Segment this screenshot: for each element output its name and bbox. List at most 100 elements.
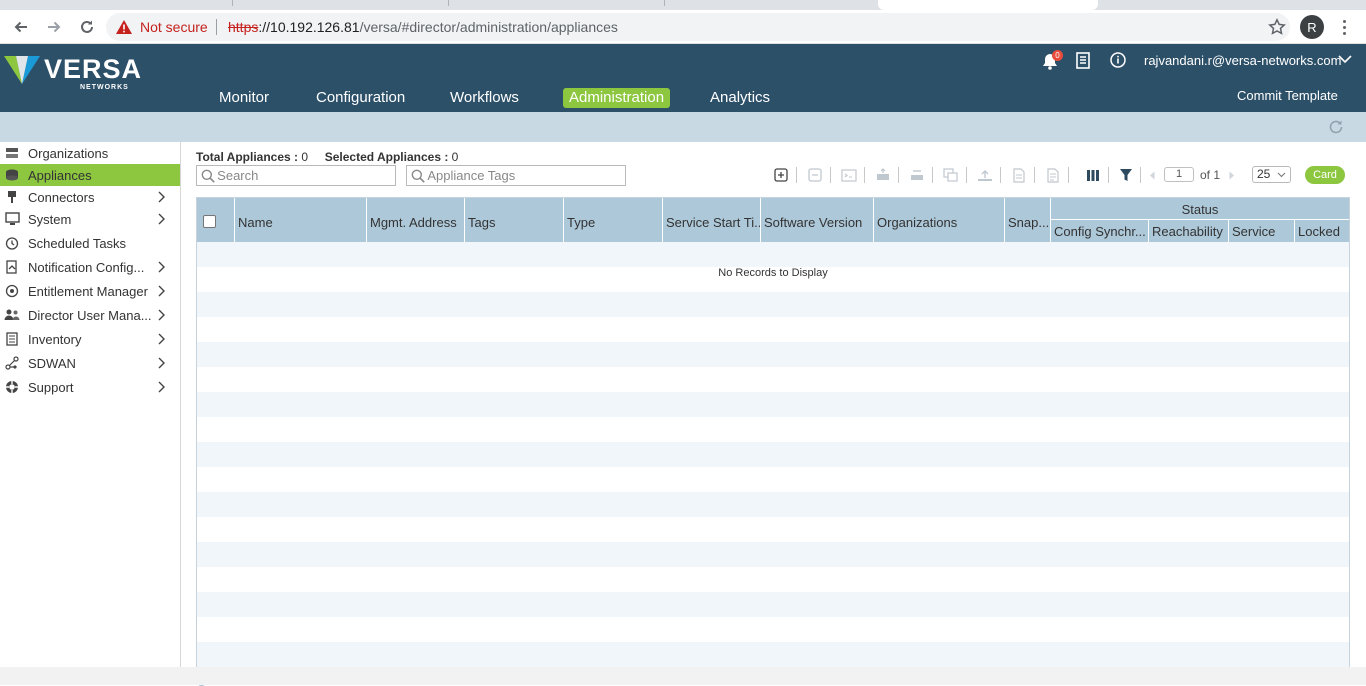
sidebar-item-scheduled-tasks[interactable]: Scheduled Tasks — [0, 232, 180, 254]
profile-avatar[interactable]: R — [1300, 15, 1324, 39]
column-header-software-version[interactable]: Software Version — [761, 198, 874, 242]
sidebar-item-entitlement-manager[interactable]: Entitlement Manager — [0, 280, 180, 302]
select-all-checkbox[interactable] — [203, 215, 216, 228]
nav-administration[interactable]: Administration — [563, 88, 671, 108]
export-button[interactable] — [1010, 166, 1028, 184]
grid-header: Name Mgmt. Address Tags Type Service Sta… — [197, 198, 1349, 242]
user-menu-chevron-icon[interactable] — [1338, 55, 1352, 64]
notifications-button[interactable]: 0 — [1040, 50, 1063, 72]
add-appliance-button[interactable] — [772, 166, 790, 184]
forward-button[interactable] — [42, 15, 66, 39]
system-icon — [4, 211, 20, 227]
previous-page-button[interactable] — [1146, 166, 1158, 184]
support-icon — [4, 379, 20, 395]
sidebar-item-appliances[interactable]: Appliances — [0, 164, 180, 186]
column-header-type[interactable]: Type — [564, 198, 663, 242]
star-icon — [1268, 18, 1286, 35]
sidebar-item-director-user-management[interactable]: Director User Mana... — [0, 304, 180, 326]
connectors-icon — [4, 189, 20, 205]
toolbar-separator — [966, 167, 967, 183]
toolbar-separator — [830, 167, 831, 183]
url-text[interactable]: https://10.192.126.81/versa/#director/ad… — [228, 13, 618, 41]
column-header-locked[interactable]: Locked — [1295, 220, 1349, 242]
logo-subtext: NETWORKS — [80, 84, 129, 91]
grid-empty-row — [197, 517, 1349, 542]
browser-menu-button[interactable] — [1336, 15, 1352, 39]
grid-empty-row — [197, 442, 1349, 467]
sidebar-item-label: Notification Config... — [28, 259, 145, 275]
sidebar-item-label: Director User Mana... — [28, 307, 152, 323]
security-indicator[interactable]: Not secure — [116, 13, 208, 41]
versa-logo[interactable]: VERSA NETWORKS — [4, 52, 141, 96]
sidebar-item-sdwan[interactable]: SDWAN — [0, 352, 180, 374]
toolbar-separator — [1000, 167, 1001, 183]
filter-button[interactable] — [1117, 166, 1135, 184]
reload-button[interactable] — [75, 15, 99, 39]
chevron-right-icon — [154, 333, 170, 345]
tasks-button[interactable] — [1076, 52, 1092, 70]
search-input[interactable] — [217, 168, 395, 183]
page-size-select[interactable]: 25 — [1252, 166, 1291, 183]
toolbar-separator — [1068, 167, 1069, 183]
page-number-input[interactable]: 1 — [1164, 167, 1194, 182]
organizations-icon — [4, 145, 20, 161]
tab-separator — [664, 0, 665, 6]
chevron-right-icon — [154, 357, 170, 369]
remove-appliance-button[interactable] — [806, 166, 824, 184]
browser-tab-strip — [0, 0, 1366, 10]
user-email-menu[interactable]: rajvandani.r@versa-networks.com — [1144, 53, 1341, 68]
sidebar-item-support[interactable]: Support — [0, 376, 180, 398]
page-size-value: 25 — [1257, 167, 1271, 181]
sidebar-item-inventory[interactable]: Inventory — [0, 328, 180, 350]
url-scheme: https — [228, 19, 259, 35]
column-header-config-sync[interactable]: Config Synchr... — [1051, 220, 1149, 242]
cli-button[interactable] — [840, 166, 858, 184]
column-header-tags[interactable]: Tags — [465, 198, 564, 242]
sidebar-item-label: Entitlement Manager — [28, 283, 148, 299]
card-view-button[interactable]: Card — [1305, 166, 1345, 184]
grid-empty-row — [197, 542, 1349, 567]
appliance-tags-input[interactable] — [427, 168, 625, 183]
column-header-service[interactable]: Service — [1229, 220, 1295, 242]
chevron-down-icon — [1277, 172, 1286, 178]
bookmark-star-button[interactable] — [1268, 18, 1286, 36]
back-button[interactable] — [9, 15, 33, 39]
import-button[interactable] — [1044, 166, 1062, 184]
column-header-service-start-time[interactable]: Service Start Ti... — [663, 198, 761, 242]
grid-empty-row — [197, 392, 1349, 417]
info-icon — [1110, 52, 1126, 68]
sync-to-button[interactable] — [908, 166, 926, 184]
nav-analytics[interactable]: Analytics — [710, 88, 770, 108]
document-export-icon — [1013, 167, 1025, 183]
upgrade-button[interactable] — [976, 166, 994, 184]
clone-button[interactable] — [942, 166, 960, 184]
active-browser-tab[interactable] — [878, 0, 1098, 10]
column-header-snapshot[interactable]: Snap... — [1005, 198, 1051, 242]
nav-monitor[interactable]: Monitor — [219, 88, 269, 108]
status-group-header: Status — [1051, 198, 1349, 220]
columns-icon — [1087, 169, 1099, 181]
sidebar-item-notification-config[interactable]: Notification Config... — [0, 256, 180, 278]
refresh-button[interactable] — [1327, 118, 1345, 136]
info-button[interactable] — [1110, 52, 1128, 70]
page-count-label: of 1 — [1200, 168, 1221, 182]
sidebar-item-label: Connectors — [28, 189, 95, 205]
nav-workflows[interactable]: Workflows — [450, 88, 519, 108]
toolbar-separator — [1034, 167, 1035, 183]
column-header-reachability[interactable]: Reachability — [1149, 220, 1229, 242]
column-header-organizations[interactable]: Organizations — [874, 198, 1005, 242]
column-header-name[interactable]: Name — [235, 198, 367, 242]
sub-toolbar — [0, 112, 1366, 142]
address-bar[interactable]: Not secure https://10.192.126.81/versa/#… — [106, 13, 1290, 41]
commit-template-button[interactable]: Commit Template — [1237, 88, 1338, 103]
nav-configuration[interactable]: Configuration — [316, 88, 405, 108]
sidebar-item-system[interactable]: System — [0, 208, 180, 230]
next-page-button[interactable] — [1226, 166, 1238, 184]
column-header-mgmt-address[interactable]: Mgmt. Address — [367, 198, 465, 242]
clipboard-list-icon — [1076, 52, 1090, 69]
versa-logo-mark-icon — [4, 56, 40, 84]
columns-button[interactable] — [1084, 166, 1102, 184]
sidebar-item-connectors[interactable]: Connectors — [0, 186, 180, 208]
sync-from-button[interactable] — [874, 166, 892, 184]
sidebar-item-organizations[interactable]: Organizations — [0, 142, 180, 164]
